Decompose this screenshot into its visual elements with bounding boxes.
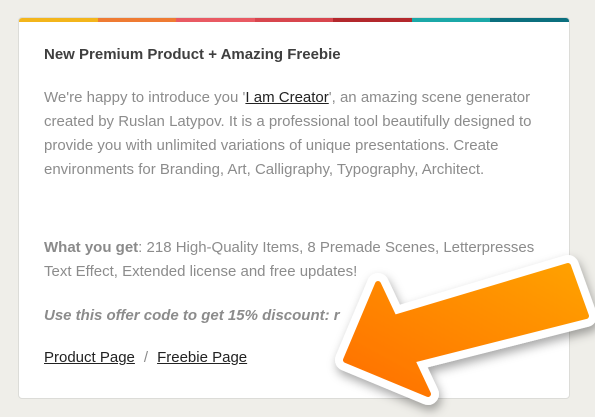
arrow-pointer-icon xyxy=(335,255,595,405)
